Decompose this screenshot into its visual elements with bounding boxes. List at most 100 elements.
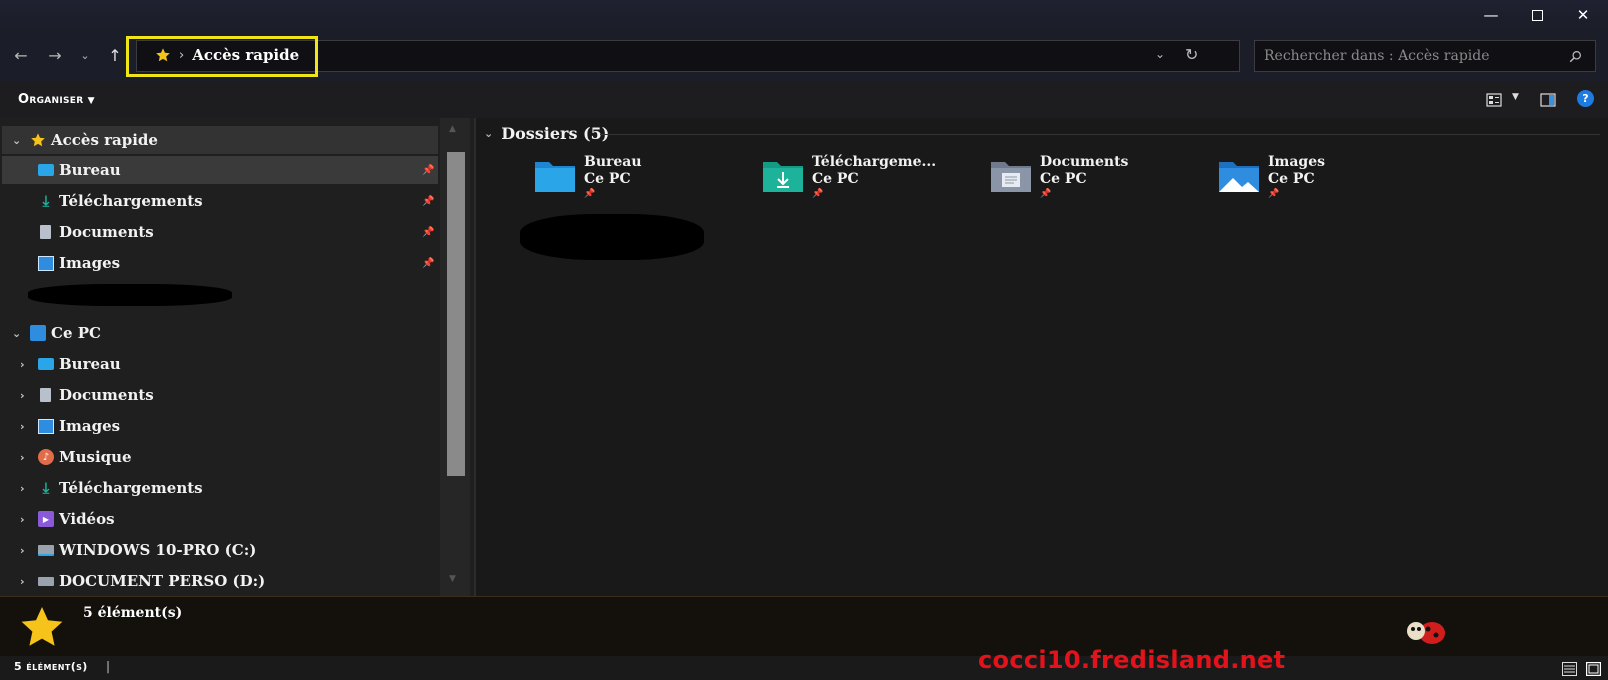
preview-pane-button[interactable]	[1540, 92, 1556, 111]
view-layout-button[interactable]	[1486, 92, 1502, 107]
pin-icon: 📌	[422, 226, 435, 238]
folder-tile-images[interactable]: Images Ce PC 📌	[1218, 154, 1438, 204]
chevron-down-icon[interactable]: ⌄	[484, 127, 493, 140]
chevron-right-icon[interactable]: ›	[20, 420, 25, 433]
search-icon[interactable]	[1569, 50, 1582, 63]
chevron-right-icon[interactable]: ›	[20, 389, 25, 402]
folder-tile-bureau[interactable]: Bureau Ce PC 📌	[534, 154, 754, 204]
folder-desktop-icon	[535, 162, 575, 192]
folder-images-icon	[1219, 162, 1259, 192]
pin-icon: 📌	[812, 189, 824, 199]
sidebar-item-pc-bureau[interactable]: › Bureau	[2, 350, 438, 378]
chevron-right-icon[interactable]: ›	[20, 575, 25, 588]
sidebar-item-pc-images[interactable]: › Images	[2, 412, 438, 440]
sidebar-item-drive-d[interactable]: › DOCUMENT PERSO (D:)	[2, 567, 438, 595]
scroll-up-icon[interactable]: ▲	[449, 124, 456, 134]
download-icon: ⤓	[42, 479, 50, 497]
search-input[interactable]: Rechercher dans : Accès rapide	[1254, 40, 1596, 72]
folder-tile-documents[interactable]: Documents Ce PC 📌	[990, 154, 1210, 204]
sidebar-item-label: Accès rapide	[51, 131, 158, 149]
chevron-right-icon[interactable]: ›	[20, 482, 25, 495]
scroll-down-icon[interactable]: ▼	[449, 574, 456, 584]
sidebar-item-label: WINDOWS 10-PRO (C:)	[59, 541, 257, 559]
drive-icon	[38, 576, 54, 586]
tiles-view-icon	[1585, 661, 1602, 677]
status-item-count: 5 élément(s)	[14, 660, 88, 673]
group-header[interactable]: ⌄ Dossiers (5)	[484, 124, 609, 143]
pin-icon: 📌	[584, 189, 596, 199]
chevron-right-icon[interactable]: ›	[20, 451, 25, 464]
details-view-button[interactable]	[1562, 661, 1577, 680]
folder-tile-telechargements[interactable]: Téléchargeme... Ce PC 📌	[762, 154, 982, 204]
folder-name: Téléchargeme...	[812, 154, 937, 170]
pin-icon: 📌	[1268, 189, 1280, 199]
video-icon: ▶	[38, 511, 54, 527]
organiser-menu[interactable]: Organiser ▼	[18, 92, 95, 107]
details-view-icon	[1562, 662, 1577, 676]
sidebar-item-pc-documents[interactable]: › Documents	[2, 381, 438, 409]
chevron-down-icon[interactable]: ⌄	[12, 134, 21, 147]
sidebar-item-label: DOCUMENT PERSO (D:)	[59, 572, 266, 590]
up-button[interactable]: ↑	[104, 44, 126, 66]
chevron-right-icon[interactable]: ›	[20, 544, 25, 557]
address-history-chevron-icon[interactable]: ⌄	[1155, 47, 1165, 61]
sidebar-item-this-pc[interactable]: ⌄ Ce PC	[2, 319, 438, 347]
back-button[interactable]: ←	[10, 44, 32, 66]
view-options-caret-icon[interactable]: ▼	[1512, 92, 1519, 102]
forward-button[interactable]: →	[44, 44, 66, 66]
search-placeholder: Rechercher dans : Accès rapide	[1264, 48, 1490, 64]
view-layout-icon	[1486, 93, 1502, 107]
pin-icon: 📌	[1040, 189, 1052, 199]
close-icon: ✕	[1576, 6, 1590, 24]
sidebar-item-label: Téléchargements	[59, 479, 203, 497]
desktop-icon	[38, 358, 54, 370]
folder-name: Bureau	[584, 154, 642, 170]
folder-location: Ce PC	[584, 171, 631, 187]
status-bar: 5 élément(s) |	[0, 656, 1608, 680]
sidebar-item-label: Téléchargements	[59, 192, 203, 210]
watermark-text: cocci10.fredisland.net	[978, 646, 1286, 674]
help-icon[interactable]: ?	[1577, 90, 1594, 107]
organiser-label: Organiser	[18, 92, 84, 107]
maximize-button[interactable]	[1514, 0, 1560, 30]
redacted-item	[28, 284, 232, 306]
recent-locations-button[interactable]: ⌄	[74, 44, 96, 66]
pin-icon: 📌	[422, 195, 435, 207]
sidebar-item-pc-videos[interactable]: › ▶ Vidéos	[2, 505, 438, 533]
chevron-right-icon[interactable]: ›	[20, 513, 25, 526]
chevron-right-icon[interactable]: ›	[20, 358, 25, 371]
minimize-icon: —	[1483, 6, 1499, 24]
sidebar-item-telechargements[interactable]: ⤓ Téléchargements 📌	[2, 187, 438, 215]
sidebar-item-label: Bureau	[59, 355, 121, 373]
sidebar-item-label: Musique	[59, 448, 132, 466]
chevron-down-icon[interactable]: ⌄	[12, 327, 21, 340]
navigation-pane: ⌄ Accès rapide Bureau 📌 ⤓ Téléchargement…	[0, 118, 476, 596]
sidebar-item-drive-c[interactable]: › WINDOWS 10-PRO (C:)	[2, 536, 438, 564]
sidebar-item-label: Images	[59, 417, 121, 435]
document-icon	[40, 388, 51, 402]
sidebar-item-documents[interactable]: Documents 📌	[2, 218, 438, 246]
sidebar-item-quick-access[interactable]: ⌄ Accès rapide	[2, 126, 438, 154]
sidebar-item-pc-musique[interactable]: › ♪ Musique	[2, 443, 438, 471]
scrollbar-thumb[interactable]	[447, 152, 465, 476]
music-icon: ♪	[38, 449, 54, 465]
folder-location: Ce PC	[1268, 171, 1315, 187]
sidebar-item-pc-telechargements[interactable]: › ⤓ Téléchargements	[2, 474, 438, 502]
sidebar-item-label: Bureau	[59, 161, 121, 179]
image-icon	[38, 255, 54, 271]
arrow-left-icon: ←	[14, 45, 28, 65]
maximize-icon	[1531, 9, 1543, 21]
redacted-item	[520, 214, 704, 260]
close-button[interactable]: ✕	[1560, 0, 1606, 30]
address-highlight-box	[126, 36, 318, 77]
group-header-label: Dossiers (5)	[501, 124, 610, 143]
folder-location: Ce PC	[1040, 171, 1087, 187]
sidebar-item-bureau[interactable]: Bureau 📌	[2, 156, 438, 184]
minimize-button[interactable]: —	[1468, 0, 1514, 30]
tiles-view-button[interactable]	[1585, 661, 1602, 680]
sidebar-item-label: Images	[59, 254, 121, 272]
sidebar-item-images[interactable]: Images 📌	[2, 249, 438, 277]
arrow-up-icon: ↑	[108, 45, 122, 65]
details-pane: 5 élément(s)	[0, 596, 1608, 657]
refresh-icon[interactable]: ↻	[1185, 45, 1198, 64]
